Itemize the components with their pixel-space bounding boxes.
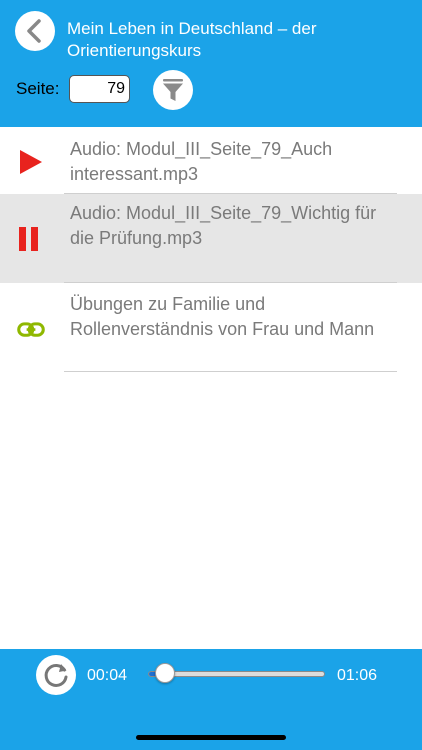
link-icon xyxy=(17,322,45,337)
play-icon xyxy=(20,150,42,174)
list-item[interactable]: Übungen zu Familie und Rollenverständnis… xyxy=(0,283,422,372)
filter-icon xyxy=(163,79,183,101)
current-time: 00:04 xyxy=(87,667,128,684)
list-item-label: Audio: Modul_III_Seite_79_Auch interessa… xyxy=(70,139,333,184)
list-item[interactable]: Audio: Modul_III_Seite_79_Auch interessa… xyxy=(0,127,422,194)
page-title-line-1: Mein Leben in Deutschland – der xyxy=(67,19,317,38)
page-label: Seite: xyxy=(16,79,60,98)
media-list: Audio: Modul_III_Seite_79_Auch interessa… xyxy=(0,127,422,372)
replay-button[interactable] xyxy=(36,655,76,695)
page-number-input[interactable] xyxy=(69,75,130,103)
page-title-line-2: Orientierungskurs xyxy=(67,41,202,60)
home-indicator xyxy=(136,735,286,740)
audio-player-bar: 00:04 01:06 xyxy=(0,649,422,750)
chevron-left-icon xyxy=(27,19,41,43)
back-button[interactable] xyxy=(15,11,55,51)
total-time: 01:06 xyxy=(337,667,378,684)
list-item-label: Audio: Modul_III_Seite_79_Wichtig für di… xyxy=(70,203,377,248)
page-title: Mein Leben in Deutschland – der Orientie… xyxy=(67,18,407,62)
pause-icon xyxy=(19,227,38,251)
list-item-label: Übungen zu Familie und Rollenverständnis… xyxy=(70,294,375,339)
list-item[interactable]: Audio: Modul_III_Seite_79_Wichtig für di… xyxy=(0,194,422,283)
slider-thumb[interactable] xyxy=(154,663,175,683)
replay-icon xyxy=(44,663,68,687)
filter-button[interactable] xyxy=(153,70,193,110)
header-bar: Mein Leben in Deutschland – der Orientie… xyxy=(0,0,422,127)
divider xyxy=(64,371,397,372)
